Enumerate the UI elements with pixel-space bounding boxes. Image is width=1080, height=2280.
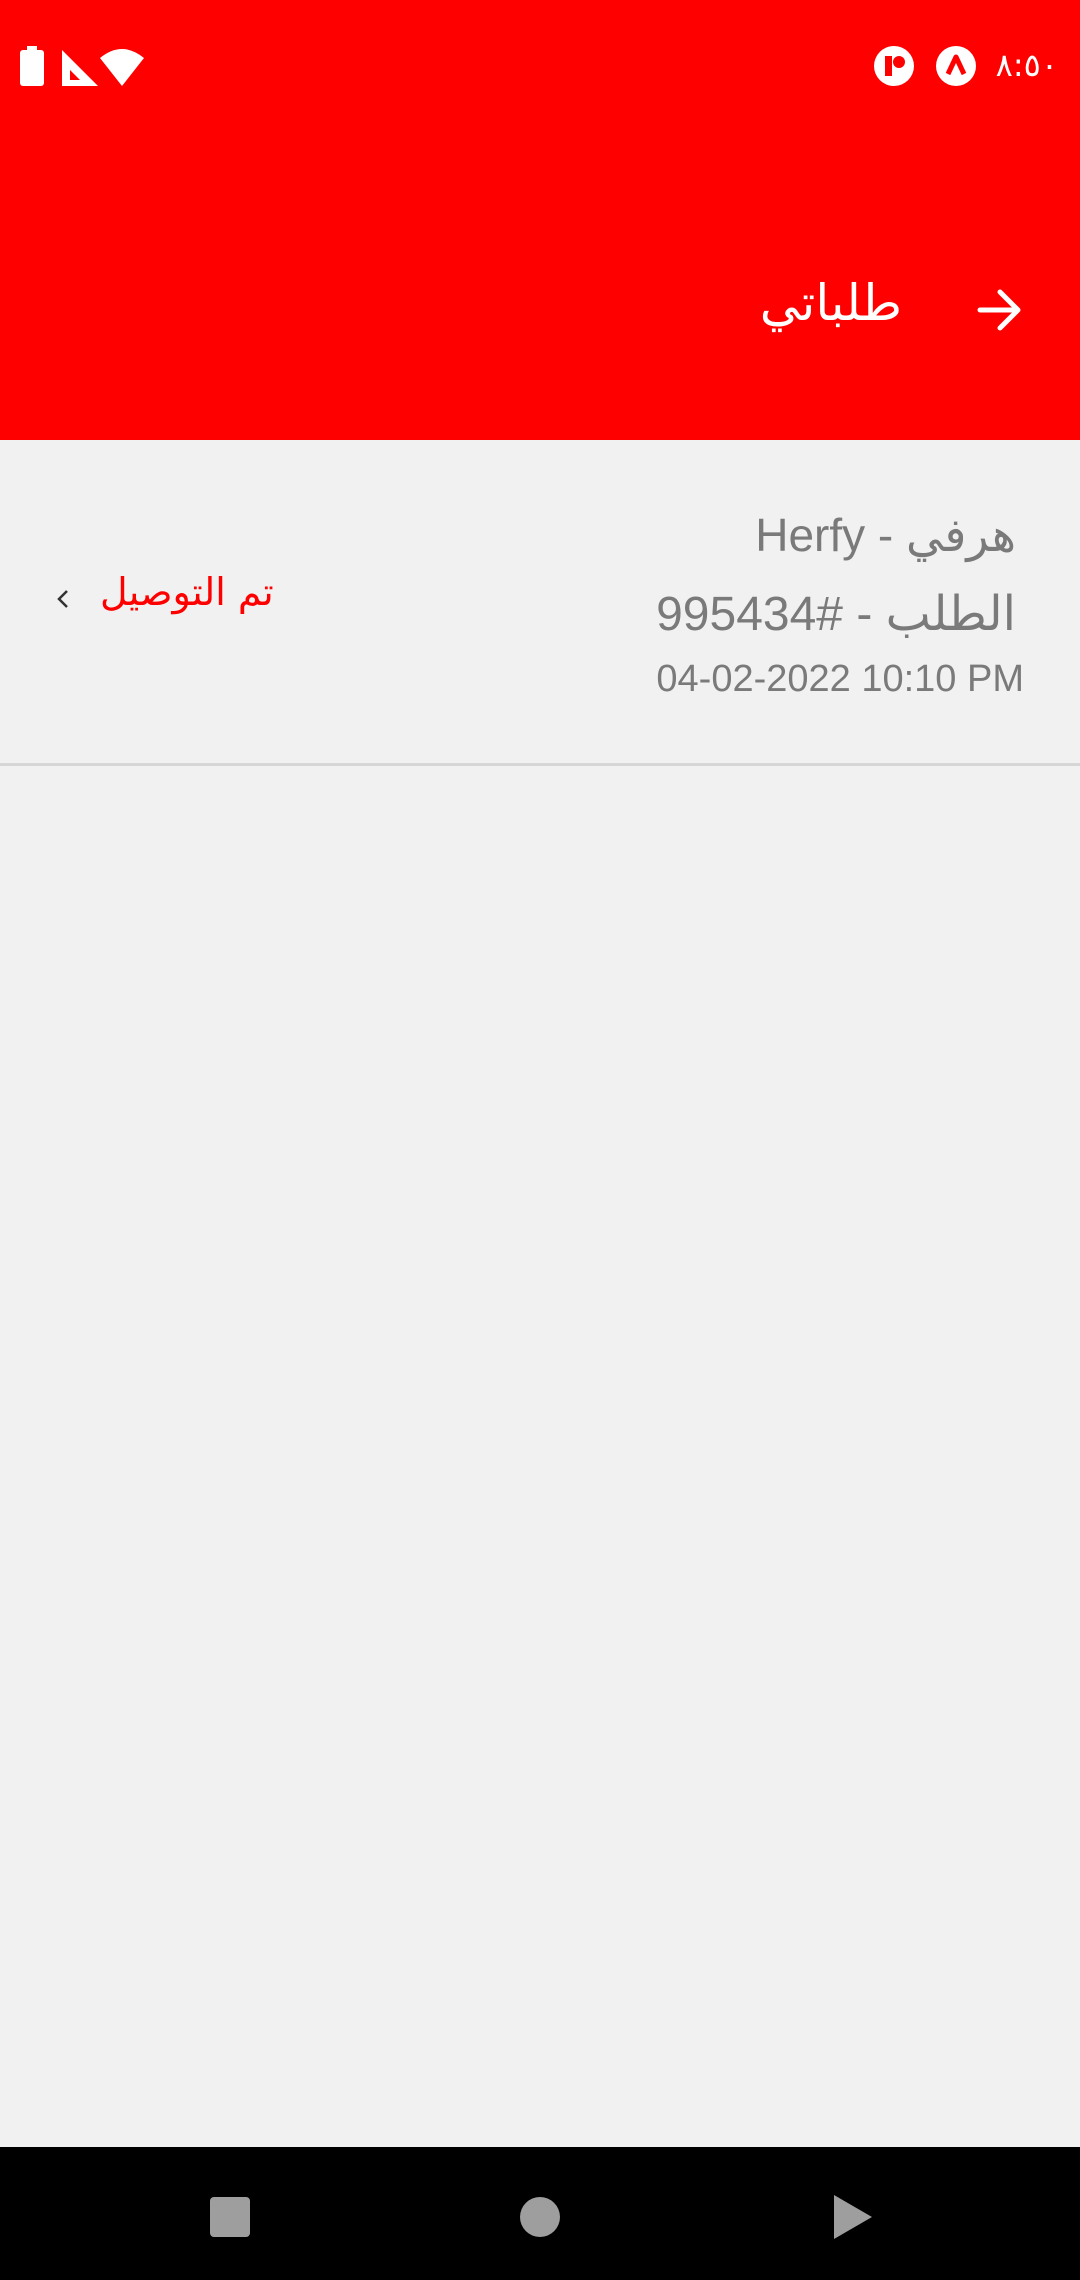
wifi-icon	[100, 49, 144, 86]
restaurant-name: Herfy - هرفي	[755, 509, 1016, 561]
toolbar: طلباتي	[0, 260, 1080, 350]
recents-square-icon[interactable]	[200, 2187, 260, 2247]
app-header: ٨:٥٠ طلباتي	[0, 0, 1080, 440]
arrow-right-icon	[977, 289, 1021, 331]
order-number: الطلب - #995434	[656, 588, 1016, 641]
order-date: 04-02-2022 10:10 PM	[656, 658, 1024, 700]
chevron-left-icon	[57, 590, 68, 608]
home-circle-icon[interactable]	[510, 2187, 570, 2247]
back-triangle-icon[interactable]	[822, 2187, 882, 2247]
status-bar: ٨:٥٠	[0, 0, 1080, 135]
battery-icon	[20, 46, 44, 86]
status-time: ٨:٥٠	[995, 46, 1058, 84]
order-status: تم التوصيل	[100, 570, 274, 614]
page-title: طلباتي	[759, 274, 902, 332]
signal-icon	[62, 50, 98, 86]
notification-r-icon	[874, 46, 914, 86]
notification-a-icon	[936, 46, 976, 86]
back-button[interactable]	[960, 270, 1040, 350]
system-navigation-bar	[0, 2147, 1080, 2280]
order-list-item[interactable]: Herfy - هرفي الطلب - #995434 04-02-2022 …	[0, 440, 1080, 766]
